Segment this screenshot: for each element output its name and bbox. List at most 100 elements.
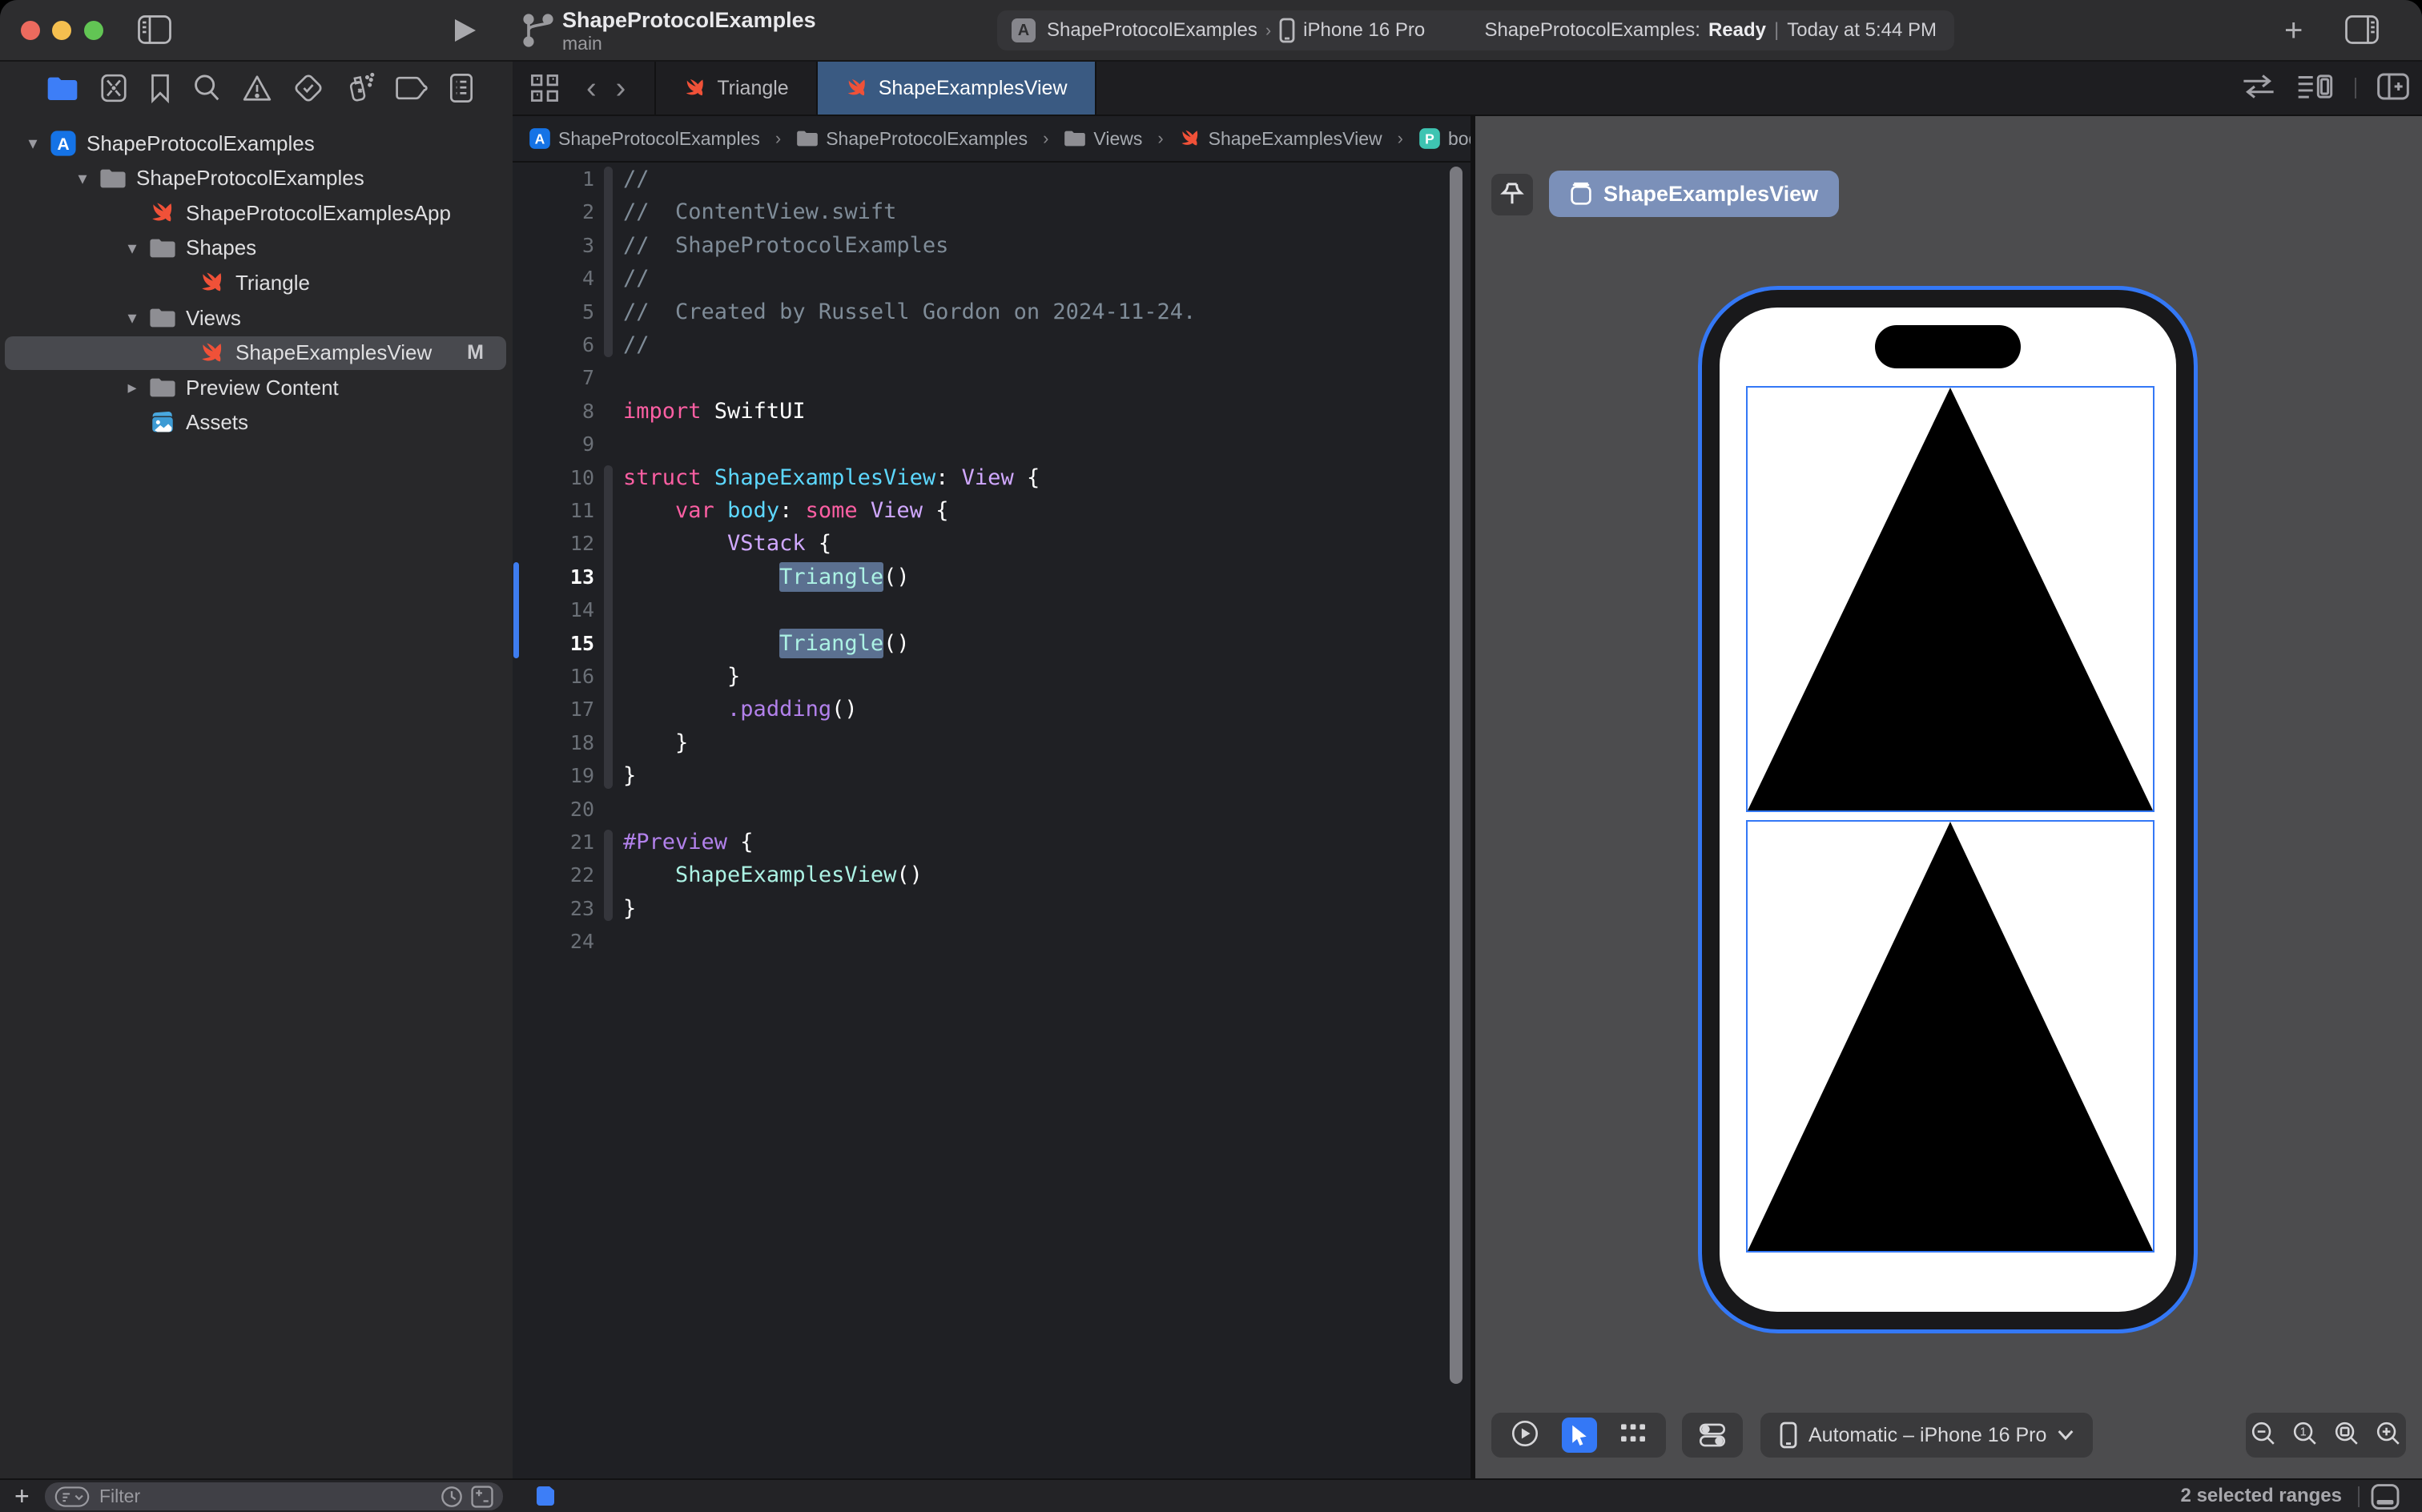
sidebar-item-shapes[interactable]: ▾Shapes xyxy=(0,231,513,266)
filter-field[interactable]: Filter xyxy=(45,1482,503,1510)
breakpoint-navigator-icon[interactable] xyxy=(396,75,428,101)
device-settings-button[interactable] xyxy=(1682,1413,1743,1458)
code-line-11[interactable]: 11 var body: some View { xyxy=(513,494,1450,527)
code-line-8[interactable]: 8import SwiftUI xyxy=(513,395,1450,428)
zoom-fit-icon[interactable] xyxy=(2334,1421,2360,1450)
code-line-1[interactable]: 1// xyxy=(513,163,1450,195)
editor-options-icon[interactable] xyxy=(2297,73,2334,104)
code-line-6[interactable]: 6// xyxy=(513,328,1450,361)
variants-icon[interactable] xyxy=(1619,1422,1647,1450)
code-line-3[interactable]: 3// ShapeProtocolExamples xyxy=(513,229,1450,262)
code-token: { xyxy=(806,531,832,556)
scheme-target[interactable]: ShapeProtocolExamples xyxy=(1047,19,1257,42)
breadcrumb-item-shapeprotocolexamples[interactable]: ShapeProtocolExamples xyxy=(796,127,1028,150)
zoom-window-button[interactable] xyxy=(84,21,103,40)
code-line-22[interactable]: 22 ShapeExamplesView() xyxy=(513,859,1450,891)
preview-mode-segmented-control xyxy=(1491,1413,1666,1458)
line-number: 8 xyxy=(513,400,594,423)
code-line-2[interactable]: 2// ContentView.swift xyxy=(513,195,1450,228)
sidebar-item-shapeprotocolexamples[interactable]: ▾ShapeProtocolExamples xyxy=(0,161,513,196)
report-navigator-icon[interactable] xyxy=(449,73,474,103)
minimize-window-button[interactable] xyxy=(52,21,71,40)
preview-shape-bounds-2[interactable] xyxy=(1746,820,2154,1253)
code-line-10[interactable]: 10struct ShapeExamplesView: View { xyxy=(513,461,1450,494)
code-line-20[interactable]: 20 xyxy=(513,793,1450,826)
sidebar-item-preview-content[interactable]: ▸ Preview Content xyxy=(0,370,513,405)
code-line-13[interactable]: 13 Triangle() xyxy=(513,561,1450,593)
scheme-device[interactable]: iPhone 16 Pro xyxy=(1303,19,1425,42)
related-items-icon[interactable] xyxy=(513,62,577,115)
code-line-4[interactable]: 4// xyxy=(513,262,1450,295)
code-line-21[interactable]: 21#Preview { xyxy=(513,826,1450,859)
swift-icon xyxy=(149,199,176,227)
bookmark-navigator-icon[interactable] xyxy=(149,73,171,103)
preview-device-picker[interactable]: Automatic – iPhone 16 Pro xyxy=(1760,1413,2093,1458)
code-line-23[interactable]: 23} xyxy=(513,892,1450,925)
editor-scrollbar[interactable] xyxy=(1450,167,1462,1384)
add-tab-button[interactable]: + xyxy=(2284,13,2303,49)
code-token: Triangle xyxy=(779,629,883,658)
code-line-5[interactable]: 5// Created by Russell Gordon on 2024-11… xyxy=(513,296,1450,328)
tab-triangle[interactable]: Triangle xyxy=(654,62,817,115)
source-control-navigator-icon[interactable] xyxy=(99,73,128,103)
code-editor[interactable]: 1//2// ContentView.swift3// ShapeProtoco… xyxy=(513,163,1470,1478)
sidebar-item-shapeprotocolexamples[interactable]: ▾AShapeProtocolExamples xyxy=(0,126,513,161)
tab-shapeexamplesview[interactable]: ShapeExamplesView xyxy=(818,62,1096,115)
preview-shape-bounds-1[interactable] xyxy=(1746,386,2154,812)
breadcrumb-label: Views xyxy=(1093,128,1142,150)
disclosure-chevron[interactable]: ▾ xyxy=(122,238,143,259)
file-name: Preview Content xyxy=(186,376,339,400)
zoom-in-icon[interactable] xyxy=(2376,1421,2401,1450)
toggle-navigator-icon[interactable] xyxy=(138,15,171,44)
toggle-bottom-bar-icon[interactable] xyxy=(2371,1484,2400,1512)
code-line-15[interactable]: 15 Triangle() xyxy=(513,627,1450,660)
code-line-7[interactable]: 7 xyxy=(513,361,1450,394)
disclosure-chevron[interactable]: ▾ xyxy=(72,168,93,189)
editor-change-indicator[interactable] xyxy=(535,1486,556,1510)
test-navigator-icon[interactable] xyxy=(293,73,324,103)
sidebar-item-assets[interactable]: Assets xyxy=(0,405,513,440)
breadcrumb-item-shapeexamplesview[interactable]: ShapeExamplesView xyxy=(1179,127,1382,150)
zoom-100-icon[interactable]: 1 xyxy=(2292,1421,2318,1450)
code-line-16[interactable]: 16 } xyxy=(513,660,1450,693)
back-button[interactable]: ‹ xyxy=(577,62,606,115)
sidebar-item-shapeexamplesview[interactable]: ShapeExamplesViewM xyxy=(0,336,513,371)
disclosure-chevron[interactable]: ▾ xyxy=(122,308,143,328)
close-window-button[interactable] xyxy=(21,21,40,40)
sidebar-item-triangle[interactable]: Triangle xyxy=(0,265,513,300)
pin-preview-button[interactable] xyxy=(1491,174,1533,215)
code-line-14[interactable]: 14 xyxy=(513,593,1450,626)
code-line-9[interactable]: 9 xyxy=(513,428,1450,460)
code-line-17[interactable]: 17 .padding() xyxy=(513,693,1450,726)
code-token: () xyxy=(896,863,923,887)
selectable-preview-icon[interactable] xyxy=(1562,1418,1597,1453)
toggle-inspector-icon[interactable] xyxy=(2345,15,2379,44)
project-navigator-icon[interactable] xyxy=(46,74,78,102)
zoom-out-icon[interactable] xyxy=(2251,1421,2276,1450)
code-line-24[interactable]: 24 xyxy=(513,925,1450,958)
code-token: { xyxy=(923,498,949,523)
recent-files-icon[interactable] xyxy=(441,1486,463,1508)
find-navigator-icon[interactable] xyxy=(192,73,221,103)
forward-button[interactable]: › xyxy=(606,62,636,115)
add-remove-filter-icon[interactable] xyxy=(471,1486,493,1508)
issue-navigator-icon[interactable] xyxy=(242,74,272,103)
run-button[interactable] xyxy=(453,18,477,43)
code-line-12[interactable]: 12 VStack { xyxy=(513,527,1450,560)
iphone-preview-device[interactable] xyxy=(1698,286,2198,1333)
sidebar-item-views[interactable]: ▾Views xyxy=(0,300,513,336)
breadcrumb-item-shapeprotocolexamples[interactable]: AShapeProtocolExamples xyxy=(529,127,760,150)
sidebar-item-shapeprotocolexamplesapp[interactable]: ShapeProtocolExamplesApp xyxy=(0,195,513,231)
adjust-editor-icon[interactable] xyxy=(2241,73,2276,104)
build-status[interactable]: ShapeProtocolExamples: Ready | Today at … xyxy=(1484,19,1937,42)
live-preview-icon[interactable] xyxy=(1511,1419,1539,1452)
breadcrumb-item-views[interactable]: Views xyxy=(1064,127,1142,150)
add-file-button[interactable]: + xyxy=(14,1482,30,1511)
add-editor-icon[interactable] xyxy=(2377,73,2409,104)
disclosure-chevron[interactable]: ▾ xyxy=(22,133,43,154)
code-line-19[interactable]: 19} xyxy=(513,759,1450,792)
debug-navigator-icon[interactable] xyxy=(344,72,375,104)
code-line-18[interactable]: 18 } xyxy=(513,726,1450,759)
disclosure-chevron[interactable]: ▸ xyxy=(122,377,143,398)
preview-name-pill[interactable]: ShapeExamplesView xyxy=(1549,171,1839,217)
